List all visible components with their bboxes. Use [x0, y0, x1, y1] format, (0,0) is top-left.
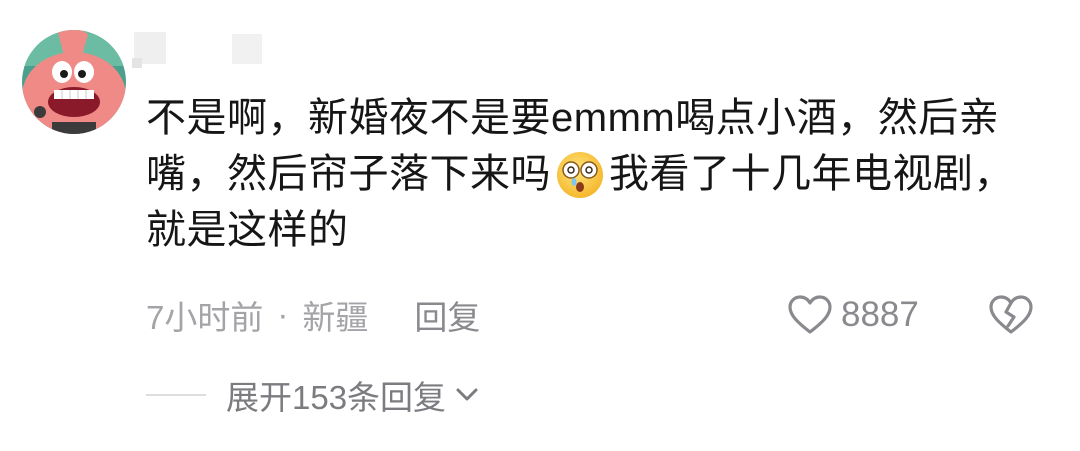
chevron-down-icon	[456, 388, 478, 401]
comment-time: 7小时前	[146, 299, 264, 336]
expand-replies-label: 展开153条回复	[226, 379, 447, 416]
dislike-button[interactable]	[988, 294, 1034, 341]
cartoon-avatar-icon	[22, 30, 126, 134]
broken-heart-icon	[989, 295, 1033, 334]
meta-separator: ·	[277, 296, 289, 333]
expand-replies-button[interactable]: 展开153条回复	[226, 371, 480, 419]
comment-meta: 7小时前 · 新疆 回复	[146, 290, 480, 340]
comment-text: 不是啊，新婚夜不是要emmm喝点小酒，然后亲嘴，然后帘子落下来吗 我看了十几年电…	[146, 90, 1036, 258]
heart-outline-icon	[788, 295, 832, 334]
surprised-face-icon	[551, 146, 609, 202]
like-button[interactable]: 8887	[787, 290, 919, 340]
user-avatar[interactable]	[22, 30, 126, 134]
comment-location: 新疆	[302, 299, 369, 336]
like-count: 8887	[841, 295, 919, 334]
replies-expander: 展开153条回复	[146, 370, 480, 420]
divider-line	[146, 394, 206, 396]
comment-item: 不是啊，新婚夜不是要emmm喝点小酒，然后亲嘴，然后帘子落下来吗 我看了十几年电…	[0, 0, 1080, 451]
reply-button[interactable]: 回复	[414, 291, 480, 339]
username-redacted	[128, 30, 278, 68]
